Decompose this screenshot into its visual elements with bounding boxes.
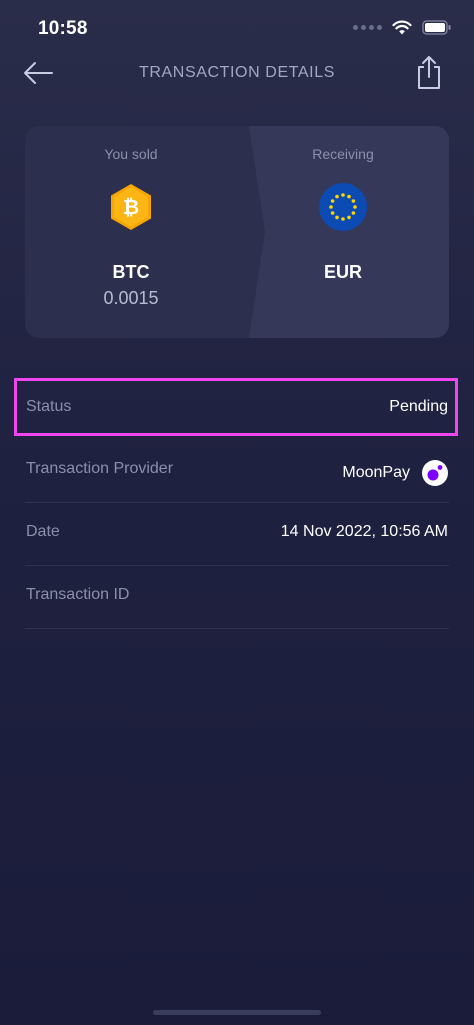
svg-text:₿: ₿ <box>123 195 139 219</box>
provider-row: Transaction Provider MoonPay <box>25 440 449 503</box>
receiving-symbol: EUR <box>323 262 362 282</box>
moonpay-logo-icon <box>422 460 448 486</box>
provider-name: MoonPay <box>342 464 410 481</box>
date-value: 14 Nov 2022, 10:56 AM <box>281 523 448 541</box>
status-text: Pending <box>389 398 448 415</box>
sold-amount: 0.0015 <box>103 288 159 308</box>
transaction-id-label: Transaction ID <box>26 586 130 603</box>
status-label: Status <box>26 398 72 415</box>
navigation-header: TRANSACTION DETAILS <box>0 52 474 96</box>
bitcoin-icon: ₿ <box>111 184 151 230</box>
transaction-id-row: Transaction ID <box>25 566 449 629</box>
eu-flag-icon <box>319 183 367 231</box>
cellular-signal-icon <box>353 25 382 30</box>
status-icons <box>353 20 452 35</box>
battery-icon <box>422 20 451 35</box>
provider-label: Transaction Provider <box>26 460 174 477</box>
sold-side: You sold ₿ BTC 0.0015 <box>25 126 237 338</box>
sold-label: You sold <box>104 146 158 162</box>
home-indicator[interactable] <box>153 1010 321 1015</box>
status-value: Pending <box>389 398 448 416</box>
swap-summary-card: You sold ₿ BTC 0.0015 Receiving EUR <box>25 126 449 338</box>
status-bar: 10:58 <box>0 0 474 56</box>
date-label: Date <box>26 523 60 540</box>
status-row: Status Pending <box>25 378 449 441</box>
provider-value: MoonPay <box>342 460 448 486</box>
receiving-side: Receiving EUR <box>237 126 449 338</box>
status-time: 10:58 <box>38 18 88 39</box>
page-title: TRANSACTION DETAILS <box>138 64 336 81</box>
receiving-label: Receiving <box>312 146 374 162</box>
share-button[interactable] <box>414 54 444 90</box>
date-row: Date 14 Nov 2022, 10:56 AM <box>25 503 449 566</box>
sold-symbol: BTC <box>112 262 150 282</box>
date-text: 14 Nov 2022, 10:56 AM <box>280 523 448 540</box>
share-icon <box>418 56 440 89</box>
wifi-icon <box>392 20 412 35</box>
